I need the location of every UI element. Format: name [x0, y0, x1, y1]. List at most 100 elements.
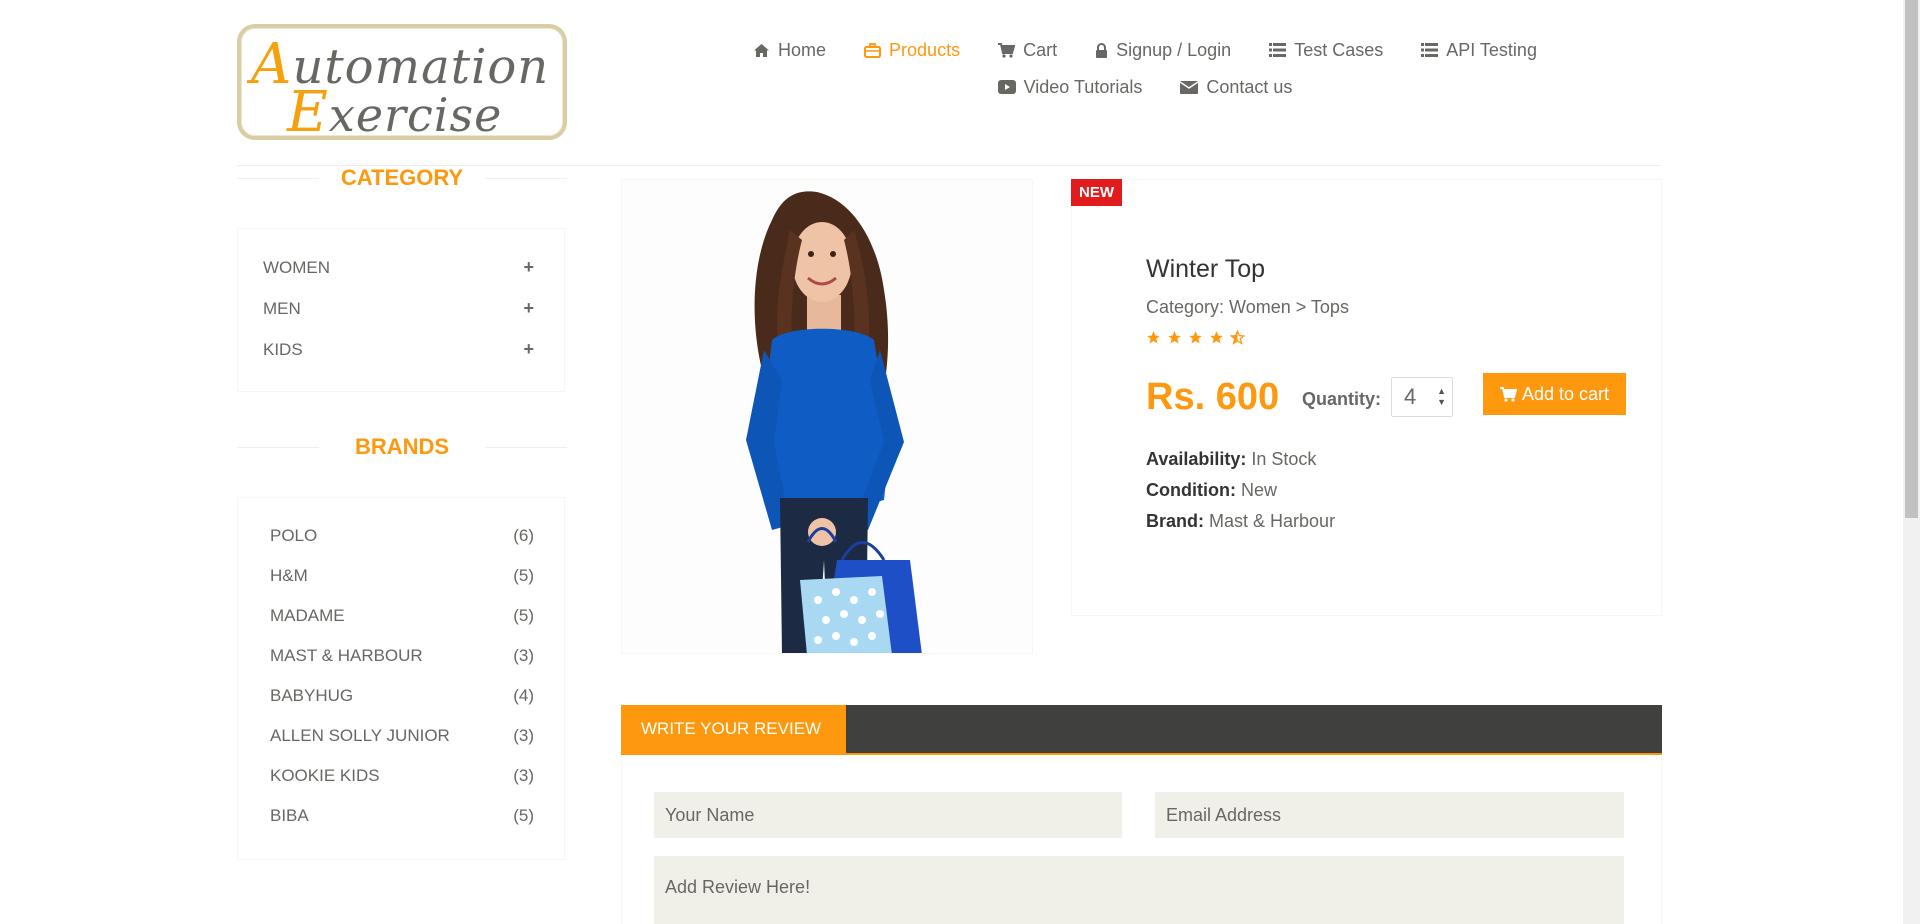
- category-item-kids[interactable]: KIDS +: [238, 329, 564, 370]
- plus-icon[interactable]: +: [523, 257, 534, 278]
- brand-count: (3): [513, 726, 534, 745]
- add-to-cart-button[interactable]: Add to cart: [1483, 373, 1626, 415]
- cart-icon: [998, 42, 1016, 58]
- brand-item-allen-solly-junior[interactable]: ALLEN SOLLY JUNIOR (3): [238, 716, 564, 756]
- nav-signup-login[interactable]: Signup / Login: [1095, 40, 1231, 61]
- new-badge: NEW: [1071, 179, 1122, 206]
- brand-label: ALLEN SOLLY JUNIOR: [270, 726, 450, 745]
- brand-count: (6): [513, 526, 534, 545]
- category-label: KIDS: [263, 339, 303, 359]
- brand-label: BABYHUG: [270, 686, 354, 705]
- review-tab-bar: WRITE YOUR REVIEW: [621, 705, 1662, 755]
- brand-item-madame[interactable]: MADAME (5): [238, 596, 564, 636]
- nav-products-label: Products: [889, 39, 961, 60]
- youtube-play-icon: [997, 80, 1016, 94]
- quantity-label: Quantity:: [1302, 389, 1381, 409]
- brands-panel: POLO (6) H&M (5) MADAME (5) MAST & HARBOUR (…: [237, 497, 565, 860]
- review-text-input[interactable]: [654, 856, 1624, 924]
- condition-value: New: [1240, 480, 1277, 500]
- lock-icon: [1096, 42, 1108, 58]
- nav-test-cases-label: Test Cases: [1294, 39, 1384, 60]
- rating-stars: [1146, 330, 1245, 345]
- category-item-women[interactable]: WOMEN +: [238, 247, 564, 288]
- quantity-input[interactable]: [1392, 378, 1432, 416]
- brand-label: POLO: [270, 526, 318, 545]
- nav-contact-us-label: Contact us: [1206, 76, 1293, 97]
- spinner-arrows-icon[interactable]: ▲ ▼: [1437, 386, 1446, 408]
- review-email-input[interactable]: [1155, 792, 1624, 838]
- brand-item-kookie-kids[interactable]: KOOKIE KIDS (3): [238, 756, 564, 796]
- product-photo-illustration: [746, 191, 922, 653]
- envelope-icon: [1180, 81, 1199, 94]
- brand-item-babyhug[interactable]: BABYHUG (4): [238, 676, 564, 716]
- product-category: Category: Women > Tops: [1146, 297, 1349, 317]
- category-label: WOMEN: [263, 257, 331, 277]
- brand-label: MADAME: [270, 606, 345, 625]
- star-half-icon: [1230, 330, 1245, 345]
- cart-icon: [1499, 386, 1517, 402]
- nav-row-1: Home Products Cart Signup / Login Test C…: [730, 37, 1560, 63]
- write-review-tab[interactable]: WRITE YOUR REVIEW: [621, 705, 846, 753]
- category-title: CATEGORY: [237, 165, 567, 191]
- category-label: MEN: [263, 298, 301, 318]
- brands-title: BRANDS: [237, 434, 567, 460]
- brand-label: BIBA: [270, 806, 309, 825]
- home-icon: [754, 43, 770, 57]
- nav-api-testing-label: API Testing: [1446, 39, 1537, 60]
- nav-products[interactable]: Products: [864, 40, 960, 61]
- brand-label: H&M: [270, 566, 308, 585]
- product-name: Winter Top: [1146, 255, 1266, 283]
- brand-item-mast-harbour[interactable]: MAST & HARBOUR (3): [238, 636, 564, 676]
- nav-test-cases[interactable]: Test Cases: [1269, 40, 1383, 61]
- brand-label: MAST & HARBOUR: [270, 646, 423, 665]
- star-icon: [1210, 331, 1223, 344]
- site-logo[interactable]: Automation Exercise: [237, 24, 567, 145]
- brand-label: Brand:: [1146, 511, 1204, 531]
- list-icon: [1421, 43, 1439, 57]
- brand-count: (4): [513, 686, 534, 705]
- briefcase-icon: [864, 42, 882, 58]
- quantity-stepper[interactable]: ▲▼: [1391, 377, 1453, 417]
- plus-icon[interactable]: +: [523, 339, 534, 360]
- product-price: Rs. 600: [1146, 376, 1280, 418]
- brand-label: KOOKIE KIDS: [270, 766, 380, 785]
- brand-count: (5): [513, 806, 534, 825]
- condition-row: Condition: New: [1146, 480, 1277, 501]
- brand-count: (3): [513, 646, 534, 665]
- nav-contact-us[interactable]: Contact us: [1180, 77, 1292, 98]
- brand-row: Brand: Mast & Harbour: [1146, 511, 1335, 532]
- nav-signup-login-label: Signup / Login: [1116, 39, 1232, 60]
- nav-home-label: Home: [778, 39, 827, 60]
- nav-cart[interactable]: Cart: [998, 40, 1057, 61]
- brand-item-biba[interactable]: BIBA (5): [238, 796, 564, 836]
- nav-video-tutorials[interactable]: Video Tutorials: [997, 76, 1143, 98]
- brand-count: (3): [513, 766, 534, 785]
- brand-count: (5): [513, 566, 534, 585]
- add-to-cart-label: Add to cart: [1521, 383, 1610, 404]
- availability-value: In Stock: [1251, 449, 1317, 469]
- brand-item-hm[interactable]: H&M (5): [238, 556, 564, 596]
- availability-label: Availability:: [1146, 449, 1247, 469]
- availability-row: Availability: In Stock: [1146, 449, 1316, 470]
- product-image: [621, 179, 1033, 654]
- category-item-men[interactable]: MEN +: [238, 288, 564, 329]
- plus-icon[interactable]: +: [523, 298, 534, 319]
- brand-count: (5): [513, 606, 534, 625]
- star-icon: [1147, 331, 1160, 344]
- list-icon: [1269, 43, 1287, 57]
- condition-label: Condition:: [1146, 480, 1236, 500]
- nav-cart-label: Cart: [1023, 39, 1058, 60]
- review-name-input[interactable]: [654, 792, 1122, 838]
- brand-value: Mast & Harbour: [1209, 511, 1336, 531]
- brand-item-polo[interactable]: POLO (6): [238, 516, 564, 556]
- nav-api-testing[interactable]: API Testing: [1421, 40, 1537, 61]
- category-panel: WOMEN + MEN + KIDS +: [237, 228, 565, 392]
- star-icon: [1168, 331, 1181, 344]
- page-scrollbar[interactable]: [1903, 0, 1920, 924]
- scrollbar-thumb[interactable]: [1905, 0, 1918, 518]
- star-icon: [1189, 331, 1202, 344]
- nav-video-tutorials-label: Video Tutorials: [1023, 76, 1143, 97]
- nav-row-2: Video Tutorials Contact us: [730, 74, 1560, 100]
- logo-line-2: Exercise: [287, 80, 503, 145]
- nav-home[interactable]: Home: [753, 40, 826, 61]
